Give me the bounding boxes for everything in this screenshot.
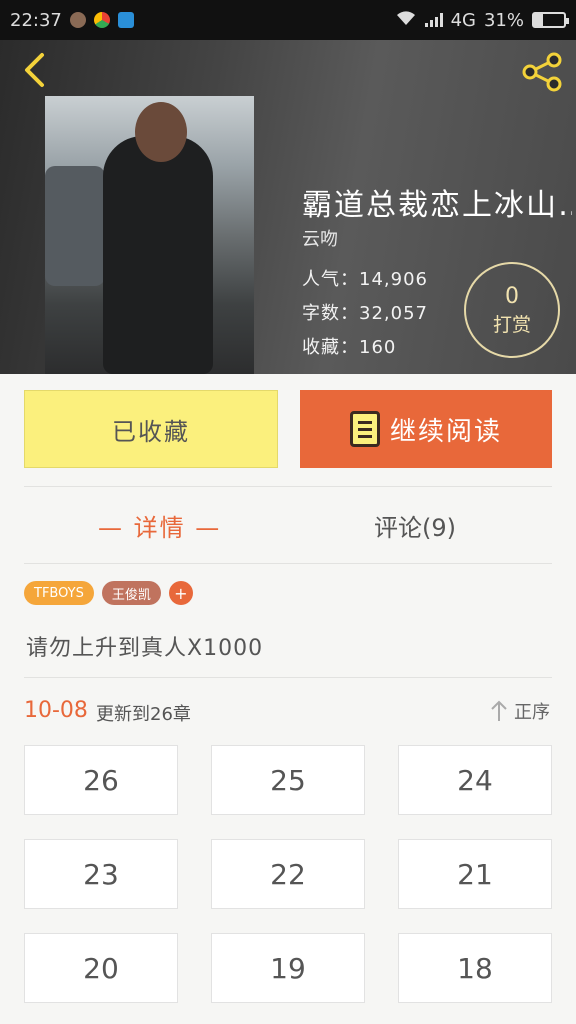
share-button[interactable]	[518, 48, 566, 96]
reward-button[interactable]: 0 打赏	[464, 262, 560, 358]
screenshot-notification-icon	[117, 12, 134, 28]
divider	[24, 563, 552, 564]
chapter-item[interactable]: 25	[211, 745, 365, 815]
tab-comments[interactable]: 评论(9)	[374, 505, 456, 545]
divider	[24, 486, 552, 487]
chapter-item[interactable]: 21	[398, 839, 552, 909]
chapter-item[interactable]: 22	[211, 839, 365, 909]
app-notification-icon	[69, 12, 86, 28]
browser-notification-icon	[93, 12, 110, 28]
favorites-stat: 收藏：160	[302, 337, 397, 358]
word-count-stat: 字数：32,057	[302, 303, 428, 324]
reward-label: 打赏	[492, 313, 531, 336]
tag-list: TFBOYS 王俊凯 +	[24, 581, 193, 605]
share-icon	[522, 52, 562, 92]
popularity-stat: 人气：14,906	[302, 269, 428, 290]
wifi-icon	[395, 10, 417, 31]
status-bar: 22:37 4G 31%	[0, 0, 576, 40]
chapter-item[interactable]: 24	[398, 745, 552, 815]
sort-order-label: 正序	[514, 702, 550, 723]
book-title: 霸道总裁恋上冰山…	[302, 188, 572, 223]
book-header: 霸道总裁恋上冰山… 云吻 人气：14,906 字数：32,057 收藏：160 …	[0, 40, 576, 374]
continue-reading-label: 继续阅读	[389, 416, 502, 447]
book-icon	[349, 411, 380, 447]
arrow-up-icon	[491, 700, 507, 721]
book-cover-image[interactable]	[45, 96, 254, 374]
back-button[interactable]	[14, 50, 54, 90]
tag-tfboys[interactable]: TFBOYS	[24, 581, 94, 605]
chapter-item[interactable]: 26	[24, 745, 178, 815]
book-description: 请勿上升到真人X1000	[26, 636, 264, 661]
chapter-item[interactable]: 18	[398, 933, 552, 1003]
battery-percent: 31%	[483, 9, 524, 31]
update-date: 10-08	[24, 698, 88, 723]
update-text: 更新到26章	[96, 704, 191, 725]
sort-order-button[interactable]: 正序	[490, 698, 550, 724]
chapter-item[interactable]: 20	[24, 933, 178, 1003]
signal-icon	[424, 13, 443, 27]
book-author[interactable]: 云吻	[302, 225, 338, 251]
tag-wang-junkai[interactable]: 王俊凯	[101, 581, 161, 605]
add-tag-button[interactable]: +	[168, 581, 193, 605]
collected-button[interactable]: 已收藏	[24, 390, 278, 468]
tab-details[interactable]: — 详情 —	[98, 505, 221, 545]
chapter-item[interactable]: 23	[24, 839, 178, 909]
divider	[24, 677, 552, 678]
network-type: 4G	[450, 9, 476, 31]
reward-count: 0	[505, 283, 519, 309]
chapter-item[interactable]: 19	[211, 933, 365, 1003]
continue-reading-button[interactable]: 继续阅读	[300, 390, 552, 468]
back-chevron-icon	[25, 53, 44, 87]
status-time: 22:37	[10, 9, 62, 31]
battery-icon	[532, 12, 569, 28]
